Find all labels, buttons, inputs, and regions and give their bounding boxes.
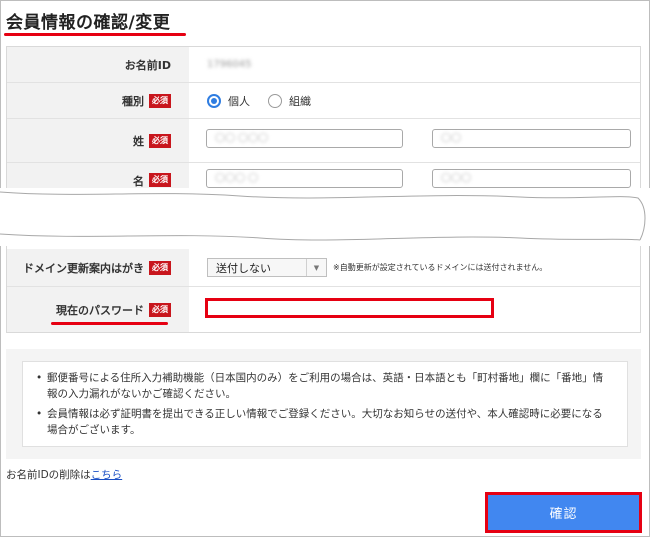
notice-box: 郵便番号による住所入力補助機能（日本国内のみ）をご利用の場合は、英語・日本語とも… [22, 361, 628, 447]
password-label: 現在のパスワード 必須 [7, 287, 189, 332]
radio-organization[interactable]: 組織 [268, 93, 311, 109]
domain-mail-label: ドメイン更新案内はがき 必須 [7, 249, 189, 286]
required-badge: 必須 [149, 93, 171, 108]
row-member-id: お名前ID 1796045 [7, 47, 640, 83]
delete-id-link[interactable]: こちら [91, 469, 123, 481]
radio-unselected-icon[interactable] [268, 93, 282, 108]
first-name-field-2[interactable]: ◯◯◯ [432, 169, 631, 188]
torn-edge-shape [0, 191, 646, 241]
last-name-label: 姓 必須 [7, 119, 189, 162]
required-badge: 必須 [149, 260, 171, 275]
last-name-field-2[interactable]: ◯◯ [432, 129, 631, 148]
chevron-down-icon[interactable]: ▼ [306, 259, 326, 276]
domain-mail-note: ※自動更新が設定されているドメインには送付されません。 [333, 263, 548, 272]
notice-item: 会員情報は必ず証明書を提出できる正しい情報でご登録ください。大切なお知らせの送付… [36, 406, 613, 438]
cropped-section-divider [0, 188, 650, 246]
first-name-field-1[interactable]: ◯◯◯ ◯ [206, 169, 403, 188]
row-type: 種別 必須 個人 組織 [7, 83, 640, 119]
domain-mail-select[interactable]: 送付しない ▼ [207, 258, 327, 277]
member-id-value: 1796045 [207, 59, 252, 70]
notice-item: 郵便番号による住所入力補助機能（日本国内のみ）をご利用の場合は、英語・日本語とも… [36, 370, 613, 402]
password-label-highlight [51, 322, 168, 325]
row-last-name: 姓 必須 ◯◯ ◯◯◯ ◯◯ [7, 119, 640, 163]
required-badge: 必須 [149, 173, 171, 187]
notice-list: 郵便番号による住所入力補助機能（日本国内のみ）をご利用の場合は、英語・日本語とも… [36, 370, 613, 438]
type-label: 種別 必須 [7, 83, 189, 118]
confirm-button[interactable]: 確認 [485, 492, 642, 533]
page-title: 会員情報の確認/変更 [6, 13, 171, 33]
required-badge: 必須 [149, 133, 171, 148]
radio-individual[interactable]: 個人 [207, 93, 250, 109]
delete-id-text: お名前IDの削除はこちら [6, 469, 123, 481]
row-domain-mail: ドメイン更新案内はがき 必須 送付しない ▼ ※自動更新が設定されているドメイン… [7, 249, 640, 287]
member-id-label: お名前ID [7, 47, 189, 82]
last-name-field-1[interactable]: ◯◯ ◯◯◯ [206, 129, 403, 148]
required-badge: 必須 [149, 302, 171, 317]
title-highlight-underline [4, 33, 186, 36]
current-password-input[interactable] [205, 298, 494, 318]
radio-selected-icon[interactable] [207, 93, 221, 108]
